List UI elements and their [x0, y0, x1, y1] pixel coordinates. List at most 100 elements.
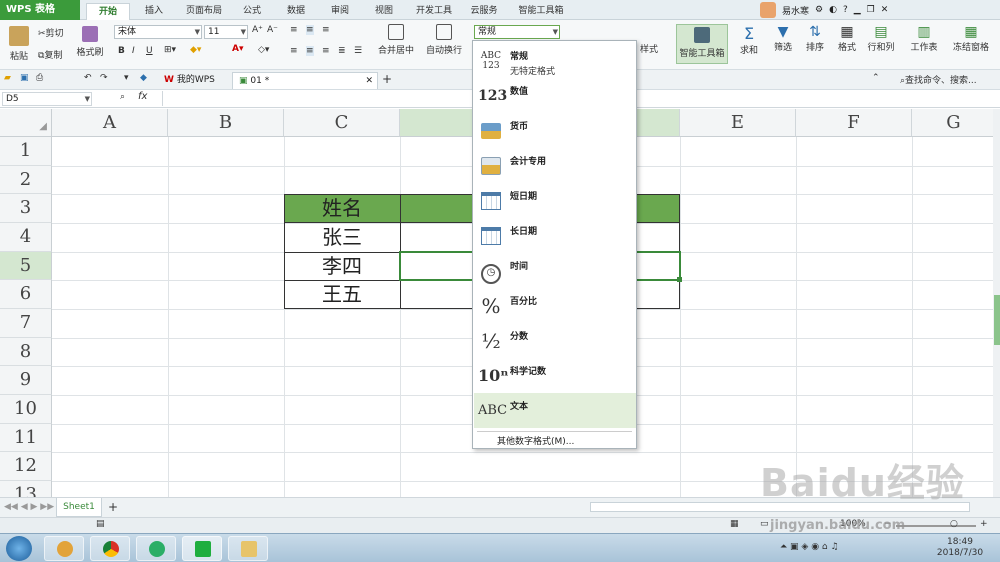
font-name-select[interactable]: 宋体 ▼	[114, 25, 202, 39]
collapse-icon[interactable]: ⌃	[872, 73, 880, 83]
tray-icons[interactable]: ⏶ ▣ ◈ ◉ ⌂ ♫	[780, 542, 839, 552]
format-option-time[interactable]: ◷ 时间	[474, 253, 636, 288]
column-header[interactable]: A	[52, 109, 168, 137]
format-option-fraction[interactable]: ½ 分数	[474, 323, 636, 358]
cell-c6[interactable]: 王五	[284, 280, 400, 309]
row-header[interactable]: 9	[0, 366, 52, 395]
select-all-button[interactable]: ◢	[0, 109, 52, 137]
row-header[interactable]: 4	[0, 223, 52, 252]
column-header[interactable]: C	[284, 109, 400, 137]
zoom-in-icon[interactable]: +	[980, 519, 988, 529]
sum-button[interactable]: Σ 求和	[734, 24, 764, 56]
zoom-icon[interactable]: ⌕	[120, 92, 125, 102]
user-name[interactable]: 易水寒	[782, 4, 809, 17]
fx-icon[interactable]: fx	[138, 91, 147, 102]
underline-button[interactable]: U	[146, 46, 153, 56]
format-option-general[interactable]: ABC 123 常规 无特定格式	[474, 43, 636, 78]
row-header[interactable]: 3	[0, 194, 52, 223]
format-option-accounting[interactable]: 会计专用	[474, 148, 636, 183]
row-header[interactable]: 1	[0, 137, 52, 166]
tab-developer[interactable]: 开发工具	[410, 3, 458, 20]
cut-button[interactable]: ✂剪切	[38, 26, 72, 39]
italic-button[interactable]: I	[132, 46, 135, 56]
taskbar-app-chrome[interactable]	[90, 536, 130, 561]
justify-icon[interactable]: ≣	[338, 46, 346, 56]
row-header[interactable]: 10	[0, 395, 52, 424]
row-header[interactable]: 6	[0, 280, 52, 309]
row-header[interactable]: 11	[0, 424, 52, 452]
tab-data[interactable]: 数据	[278, 3, 314, 20]
bold-button[interactable]: B	[118, 46, 125, 56]
font-shrink-icon[interactable]: A⁻	[267, 25, 278, 35]
worksheet-button[interactable]: ▥ 工作表	[904, 24, 944, 53]
distributed-icon[interactable]: ☰	[354, 46, 362, 56]
clock[interactable]: 18:49 2018/7/30	[930, 537, 990, 559]
fill-handle[interactable]	[677, 277, 682, 282]
tab-cloud[interactable]: 云服务	[464, 3, 504, 20]
column-header[interactable]: B	[168, 109, 284, 137]
format-option-long-date[interactable]: 长日期	[474, 218, 636, 253]
align-middle-icon[interactable]: ≡	[306, 25, 314, 35]
skin-icon[interactable]: ◐	[829, 5, 837, 15]
align-top-icon[interactable]: ≡	[290, 25, 298, 35]
tab-review[interactable]: 审阅	[322, 3, 358, 20]
column-header[interactable]: E	[680, 109, 796, 137]
minimize-icon[interactable]: ▁	[854, 5, 861, 15]
start-button[interactable]	[6, 536, 32, 561]
tab-my-wps[interactable]: W 我的WPS	[158, 72, 228, 89]
help-icon[interactable]: ?	[843, 5, 848, 15]
close-icon[interactable]: ✕	[365, 73, 373, 89]
open-icon[interactable]: ▰	[4, 73, 11, 83]
avatar[interactable]	[760, 2, 776, 18]
sheet-nav-icon[interactable]: ◀◀ ◀ ▶ ▶▶	[4, 502, 54, 512]
tab-insert[interactable]: 插入	[136, 3, 172, 20]
print-icon[interactable]: ⎙	[36, 73, 43, 83]
name-box[interactable]: D5 ▼	[2, 92, 92, 106]
tab-view[interactable]: 视图	[366, 3, 402, 20]
taskbar-app-wps[interactable]	[182, 536, 222, 561]
command-search[interactable]: ⌕查找命令、搜索...	[900, 73, 977, 86]
undo-icon[interactable]: ↶	[84, 73, 92, 83]
sort-button[interactable]: ⇅ 排序	[800, 24, 830, 53]
style-button[interactable]: 样式	[640, 42, 658, 55]
clear-format-icon[interactable]: ◇▾	[258, 45, 269, 55]
align-right-icon[interactable]: ≡	[322, 46, 330, 56]
align-bottom-icon[interactable]: ≡	[322, 25, 330, 35]
row-header[interactable]: 8	[0, 338, 52, 366]
new-tab-icon[interactable]: +	[382, 72, 392, 86]
normal-view-icon[interactable]: ▦	[730, 519, 739, 529]
tab-document[interactable]: ▣ 01 * ✕	[232, 72, 378, 89]
chevron-down-icon[interactable]: ▾	[124, 73, 129, 83]
row-header[interactable]: 2	[0, 166, 52, 194]
row-header[interactable]: 13	[0, 481, 52, 497]
taskbar-app-wechat[interactable]	[136, 536, 176, 561]
row-header[interactable]: 5	[0, 252, 52, 280]
vertical-scroll-thumb[interactable]	[994, 295, 1000, 345]
cell-c5[interactable]: 李四	[284, 252, 400, 280]
cell-c3[interactable]: 姓名	[284, 194, 400, 223]
add-sheet-icon[interactable]: +	[108, 500, 118, 514]
font-color-icon[interactable]: A▾	[232, 44, 243, 54]
fill-color-icon[interactable]: ◆▾	[190, 45, 201, 55]
format-painter-button[interactable]: 格式刷	[74, 26, 106, 58]
restore-icon[interactable]: ❐	[867, 5, 875, 15]
column-header[interactable]: F	[796, 109, 912, 137]
taskbar-app-explorer[interactable]	[228, 536, 268, 561]
zoom-slider[interactable]	[896, 525, 976, 527]
row-col-button[interactable]: ▤ 行和列	[864, 24, 898, 53]
taskbar-app-games[interactable]	[44, 536, 84, 561]
sheet-tab-sheet1[interactable]: Sheet1	[56, 498, 102, 517]
tab-home[interactable]: 开始	[86, 3, 130, 20]
format-button[interactable]: ▦ 格式	[832, 24, 862, 53]
format-option-number[interactable]: 123 数值	[474, 78, 636, 113]
align-center-icon[interactable]: ≡	[306, 46, 314, 56]
tab-smart-toolbox[interactable]: 智能工具箱	[510, 3, 572, 20]
row-header[interactable]: 12	[0, 452, 52, 481]
zoom-thumb[interactable]: ○	[950, 519, 958, 529]
row-header[interactable]: 7	[0, 309, 52, 338]
close-icon[interactable]: ✕	[881, 5, 889, 15]
format-option-short-date[interactable]: 短日期	[474, 183, 636, 218]
font-size-select[interactable]: 11 ▼	[204, 25, 248, 39]
redo-icon[interactable]: ↷	[100, 73, 108, 83]
format-option-text[interactable]: ABC 文本	[474, 393, 636, 428]
